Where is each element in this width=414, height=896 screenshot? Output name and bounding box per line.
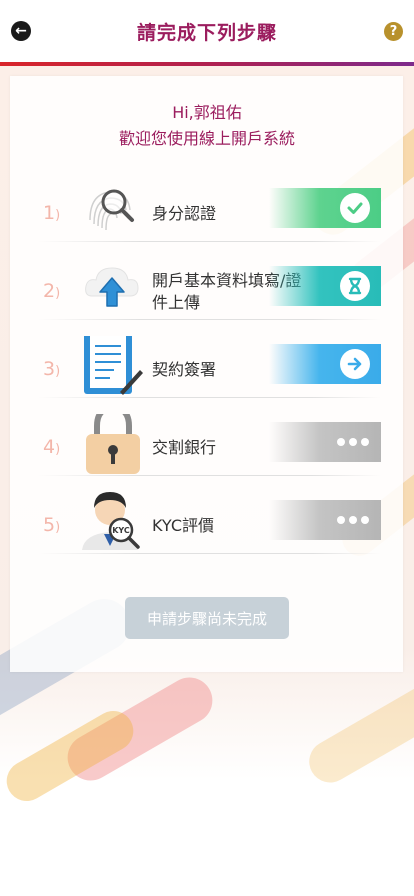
step-status-button[interactable]	[269, 422, 381, 462]
greeting: Hi,郭祖佑 歡迎您使用線上開戶系統	[0, 100, 414, 152]
fingerprint-magnifier-icon	[80, 180, 144, 244]
divider	[38, 397, 381, 398]
step-number: 5)	[43, 514, 61, 536]
step-3: 3) 契約簽署	[38, 326, 381, 398]
padlock-icon	[80, 404, 144, 478]
step-status-button[interactable]	[269, 266, 381, 306]
step-status-button[interactable]	[269, 500, 381, 540]
hourglass-icon	[340, 271, 370, 301]
divider	[38, 553, 381, 554]
arrow-right-icon	[340, 349, 370, 379]
contract-clipboard-icon	[80, 326, 144, 400]
submit-button[interactable]: 申請步驟尚未完成	[125, 597, 289, 639]
divider	[38, 241, 381, 242]
help-button[interactable]: ?	[384, 22, 403, 41]
step-number: 4)	[43, 436, 61, 458]
question-mark-icon: ?	[389, 24, 398, 39]
step-4: 4) 交割銀行	[38, 404, 381, 476]
cloud-upload-icon	[80, 258, 144, 322]
step-status-button[interactable]	[269, 344, 381, 384]
dots-icon	[337, 434, 369, 450]
check-icon	[340, 193, 370, 223]
back-button[interactable]: ←	[11, 21, 31, 41]
divider	[38, 475, 381, 476]
step-1: 1) 身分認證	[38, 186, 381, 242]
arrow-left-icon: ←	[15, 23, 27, 39]
page-title: 請完成下列步驟	[136, 21, 277, 44]
kyc-person-icon: KYC	[80, 492, 144, 556]
svg-text:KYC: KYC	[112, 526, 130, 535]
divider	[38, 319, 381, 320]
step-number: 1)	[43, 202, 61, 224]
step-5: 5) KYC KYC評價	[38, 492, 381, 554]
dots-icon	[337, 512, 369, 528]
greeting-name: Hi,郭祖佑	[172, 103, 242, 122]
step-number: 2)	[43, 280, 61, 302]
step-status-button[interactable]	[269, 188, 381, 228]
header-bar: ← 請完成下列步驟 ?	[0, 0, 414, 62]
greeting-welcome: 歡迎您使用線上開戶系統	[118, 129, 295, 148]
step-number: 3)	[43, 358, 61, 380]
step-2: 2) 開戶基本資料填寫/證件上傳	[38, 264, 381, 320]
